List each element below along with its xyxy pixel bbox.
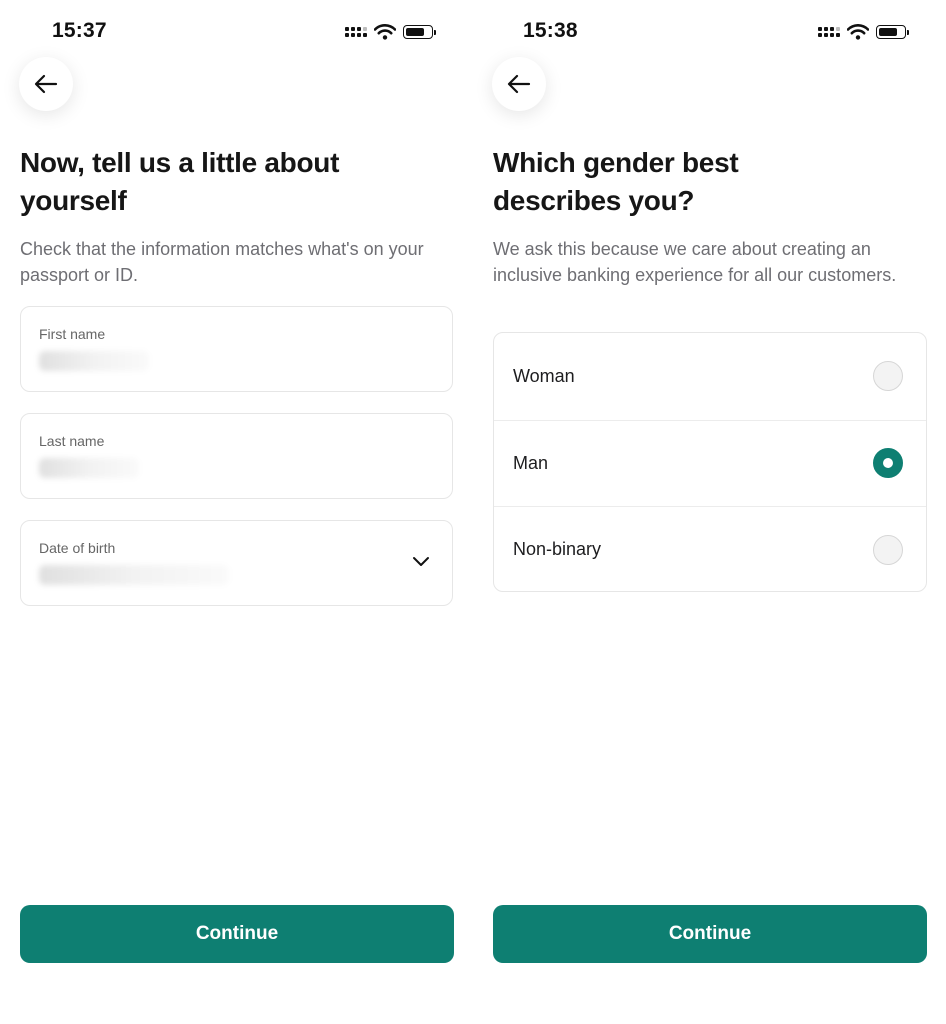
status-icons: [345, 22, 436, 42]
continue-button[interactable]: Continue: [20, 905, 454, 963]
date-of-birth-value-redacted: [39, 565, 229, 585]
option-label: Woman: [513, 365, 575, 386]
gender-option-woman[interactable]: Woman: [494, 333, 926, 420]
back-button[interactable]: [19, 57, 73, 111]
arrow-left-icon: [507, 74, 531, 94]
status-icons: [818, 22, 909, 42]
first-name-field[interactable]: First name: [20, 306, 453, 392]
page-subtitle: We ask this because we care about creati…: [493, 239, 897, 285]
first-name-value-redacted: [39, 351, 149, 371]
date-of-birth-select[interactable]: Date of birth: [20, 520, 453, 606]
gender-options: Woman Man Non-binary: [493, 332, 927, 592]
page-title: Now, tell us a little about yourself: [20, 147, 340, 216]
cellular-signal-icon: [345, 27, 367, 37]
arrow-left-icon: [34, 74, 58, 94]
chevron-down-icon: [413, 557, 429, 566]
continue-button[interactable]: Continue: [493, 905, 927, 963]
radio-button-selected[interactable]: [873, 448, 903, 479]
cellular-signal-icon: [818, 27, 840, 37]
battery-icon: [403, 25, 436, 39]
gender-option-non-binary[interactable]: Non-binary: [494, 506, 926, 591]
page-title: Which gender best describes you?: [493, 147, 739, 216]
radio-button[interactable]: [873, 361, 903, 392]
first-name-label: First name: [39, 326, 106, 342]
last-name-field[interactable]: Last name: [20, 413, 453, 499]
gender-screen: 15:38 Which gender best describes you? W…: [473, 0, 946, 1024]
gender-option-man[interactable]: Man: [494, 419, 926, 507]
last-name-value-redacted: [39, 458, 139, 478]
status-time: 15:37: [52, 19, 107, 42]
personal-details-screen: 15:37 Now, tell us a little about yourse…: [0, 0, 473, 1024]
last-name-label: Last name: [39, 433, 105, 449]
page-subtitle: Check that the information matches what'…: [20, 239, 424, 285]
wifi-icon: [374, 24, 396, 40]
radio-button[interactable]: [873, 534, 903, 565]
option-label: Non-binary: [513, 539, 602, 560]
date-of-birth-label: Date of birth: [39, 540, 116, 556]
battery-icon: [876, 25, 909, 39]
status-time: 15:38: [523, 19, 578, 42]
wifi-icon: [847, 24, 869, 40]
back-button[interactable]: [492, 57, 546, 111]
option-label: Man: [513, 452, 549, 473]
